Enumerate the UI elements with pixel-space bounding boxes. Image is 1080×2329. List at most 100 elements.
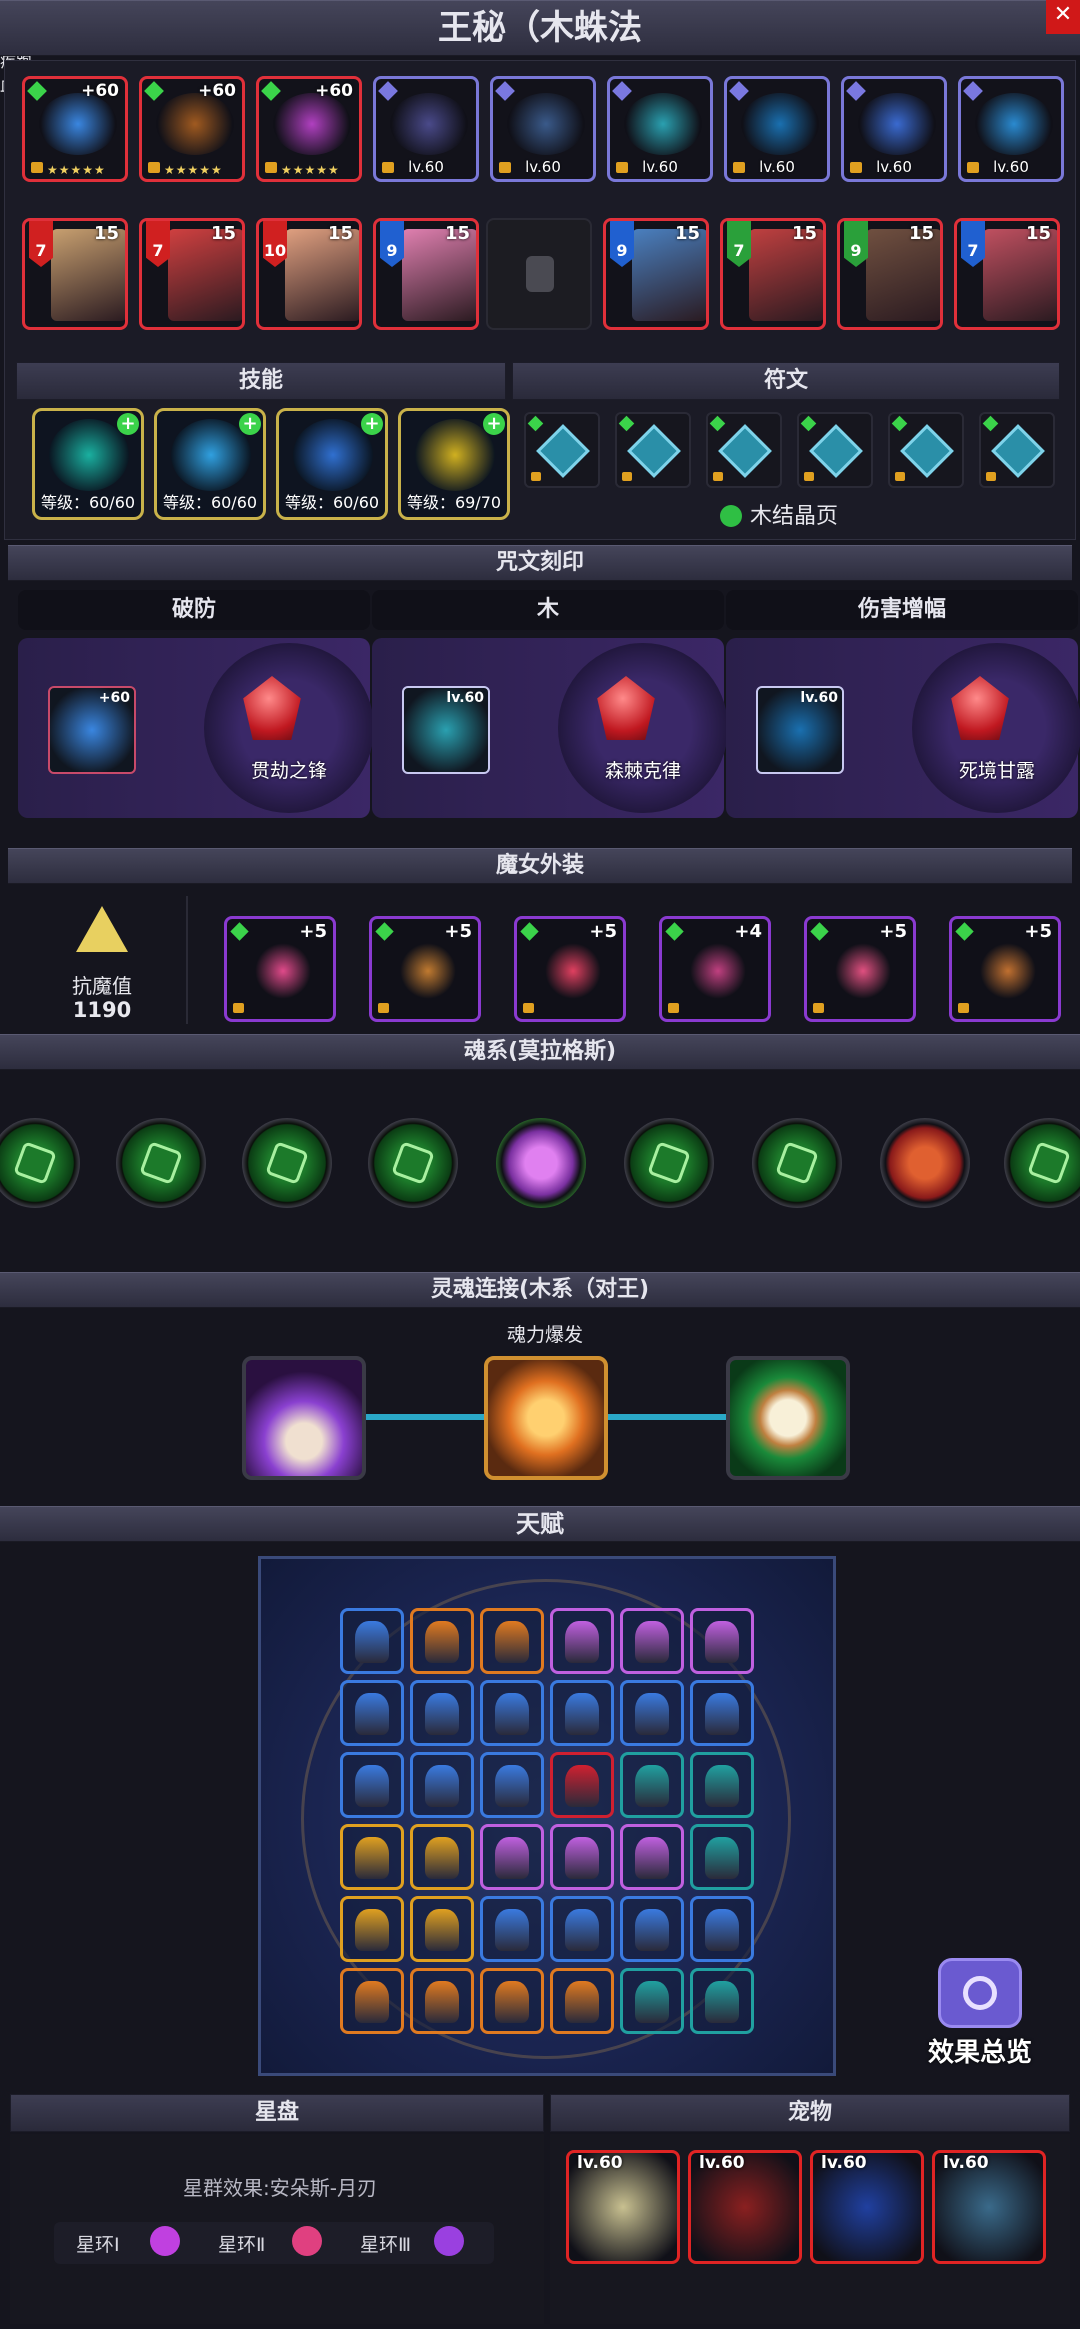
- rune-slot[interactable]: [797, 412, 873, 488]
- pet-slot[interactable]: lv.60: [566, 2150, 680, 2264]
- gear-slot[interactable]: lv.60: [373, 76, 479, 182]
- soul-node[interactable]: [752, 1118, 842, 1208]
- hero-slot[interactable]: 7 15: [954, 218, 1060, 330]
- hero-slot[interactable]: 9 15: [373, 218, 479, 330]
- talent-node[interactable]: [340, 1968, 404, 2034]
- rune-slot[interactable]: [706, 412, 782, 488]
- gear-slot[interactable]: +60 ★★★★★: [22, 76, 128, 182]
- skill-slot[interactable]: 等级：60/60 +: [276, 408, 388, 520]
- talent-node[interactable]: [340, 1752, 404, 1818]
- talent-node[interactable]: [480, 1968, 544, 2034]
- inscribed-item[interactable]: lv.60: [402, 686, 490, 774]
- talent-node[interactable]: [550, 1968, 614, 2034]
- outfit-slot[interactable]: +5: [514, 916, 626, 1022]
- hero-level: 15: [674, 223, 700, 244]
- soul-node[interactable]: [116, 1118, 206, 1208]
- gear-slot[interactable]: lv.60: [841, 76, 947, 182]
- gear-slot[interactable]: lv.60: [958, 76, 1064, 182]
- star-ring-label[interactable]: 星环Ⅲ: [360, 2230, 411, 2257]
- talent-node[interactable]: [410, 1896, 474, 1962]
- talent-node[interactable]: [410, 1968, 474, 2034]
- hero-slot[interactable]: 9 15: [837, 218, 943, 330]
- talent-icon: [495, 1621, 529, 1663]
- hero-slot[interactable]: 9 15: [603, 218, 709, 330]
- talent-node[interactable]: [620, 1680, 684, 1746]
- close-button[interactable]: ✕: [1046, 0, 1080, 34]
- talent-node[interactable]: [690, 1896, 754, 1962]
- talent-node[interactable]: [690, 1680, 754, 1746]
- pet-slot[interactable]: lv.60: [932, 2150, 1046, 2264]
- talent-node[interactable]: [690, 1608, 754, 1674]
- talent-node[interactable]: [410, 1752, 474, 1818]
- gear-slot[interactable]: +60 ★★★★★: [139, 76, 245, 182]
- effect-overview-button[interactable]: 效果总览: [916, 1958, 1044, 2068]
- inscribed-item[interactable]: +60: [48, 686, 136, 774]
- outfit-slot[interactable]: +4: [659, 916, 771, 1022]
- hero-slot[interactable]: 10 15: [256, 218, 362, 330]
- soul-node[interactable]: [368, 1118, 458, 1208]
- gear-slot[interactable]: lv.60: [607, 76, 713, 182]
- talent-node[interactable]: [620, 1824, 684, 1890]
- skill-slot[interactable]: 等级：60/60 +: [32, 408, 144, 520]
- gear-slot[interactable]: lv.60: [490, 76, 596, 182]
- talent-node[interactable]: [410, 1824, 474, 1890]
- soul-node[interactable]: [496, 1118, 586, 1208]
- rune-slot[interactable]: [979, 412, 1055, 488]
- star-ring-label[interactable]: 星环Ⅱ: [218, 2230, 265, 2257]
- gear-slot[interactable]: lv.60: [724, 76, 830, 182]
- talent-node[interactable]: [480, 1608, 544, 1674]
- soul-link-node-center[interactable]: [484, 1356, 608, 1480]
- talent-node[interactable]: [480, 1824, 544, 1890]
- hero-slot[interactable]: 7 15: [139, 218, 245, 330]
- skill-slot[interactable]: 等级：69/70 +: [398, 408, 510, 520]
- talent-node[interactable]: [340, 1896, 404, 1962]
- star-ring-label[interactable]: 星环Ⅰ: [76, 2230, 120, 2257]
- talent-node[interactable]: [340, 1680, 404, 1746]
- soul-node[interactable]: [242, 1118, 332, 1208]
- soul-node[interactable]: [1004, 1118, 1080, 1208]
- soul-link-node-left[interactable]: [242, 1356, 366, 1480]
- hero-slot[interactable]: 7 15: [720, 218, 826, 330]
- outfit-slot[interactable]: +5: [224, 916, 336, 1022]
- pet-slot[interactable]: lv.60: [810, 2150, 924, 2264]
- soul-node[interactable]: [0, 1118, 80, 1208]
- talent-node[interactable]: [480, 1896, 544, 1962]
- talent-node[interactable]: [410, 1608, 474, 1674]
- talent-node[interactable]: [620, 1896, 684, 1962]
- talent-node[interactable]: [340, 1824, 404, 1890]
- talent-node[interactable]: [550, 1680, 614, 1746]
- talent-node[interactable]: [620, 1608, 684, 1674]
- inscription-panel[interactable]: lv.60 森棘克律: [372, 638, 728, 818]
- inscribed-item[interactable]: lv.60: [756, 686, 844, 774]
- talent-node[interactable]: [550, 1752, 614, 1818]
- talent-node[interactable]: [480, 1752, 544, 1818]
- rune-slot[interactable]: [615, 412, 691, 488]
- soul-link-node-right[interactable]: [726, 1356, 850, 1480]
- talent-node[interactable]: [410, 1680, 474, 1746]
- skill-slot[interactable]: 等级：60/60 +: [154, 408, 266, 520]
- talent-node[interactable]: [480, 1680, 544, 1746]
- rune-slot[interactable]: [888, 412, 964, 488]
- soul-rune-icon: [1027, 1141, 1071, 1185]
- inscription-panel[interactable]: lv.60 死境甘露: [726, 638, 1080, 818]
- soul-node[interactable]: [624, 1118, 714, 1208]
- outfit-slot[interactable]: +5: [369, 916, 481, 1022]
- soul-node[interactable]: [880, 1118, 970, 1208]
- talent-node[interactable]: [340, 1608, 404, 1674]
- hero-slot[interactable]: 7 15: [22, 218, 128, 330]
- talent-node[interactable]: [620, 1968, 684, 2034]
- talent-node[interactable]: [550, 1896, 614, 1962]
- gear-slot[interactable]: +60 ★★★★★: [256, 76, 362, 182]
- talent-node[interactable]: [690, 1824, 754, 1890]
- talent-node[interactable]: [690, 1968, 754, 2034]
- talent-node[interactable]: [620, 1752, 684, 1818]
- talent-node[interactable]: [550, 1824, 614, 1890]
- talent-node[interactable]: [690, 1752, 754, 1818]
- empty-hero-slot[interactable]: [486, 218, 592, 330]
- talent-node[interactable]: [550, 1608, 614, 1674]
- outfit-slot[interactable]: +5: [804, 916, 916, 1022]
- pet-slot[interactable]: lv.60: [688, 2150, 802, 2264]
- outfit-slot[interactable]: +5: [949, 916, 1061, 1022]
- rune-slot[interactable]: [524, 412, 600, 488]
- inscription-panel[interactable]: +60 贯劫之锋: [18, 638, 374, 818]
